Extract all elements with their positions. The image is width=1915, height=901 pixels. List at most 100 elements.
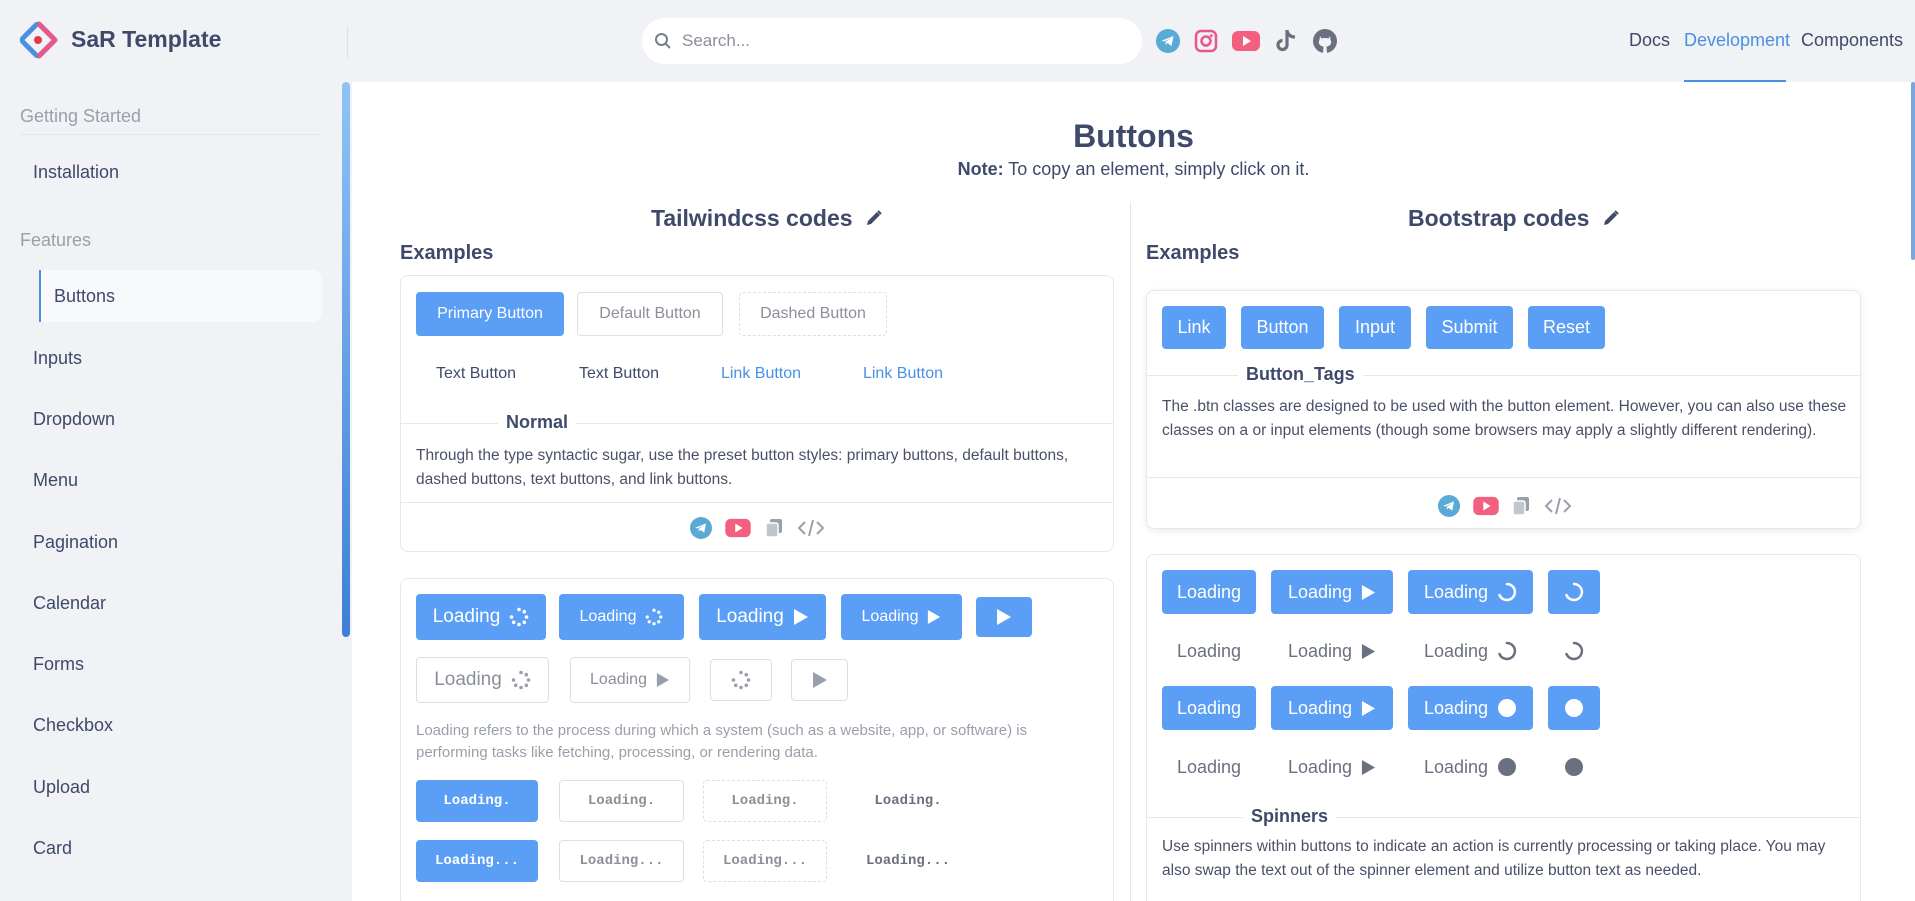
bootstrap-heading: Bootstrap codes <box>1408 205 1620 232</box>
spinner-button-text[interactable]: Loading <box>1408 629 1533 673</box>
bs-reset-button[interactable]: Reset <box>1528 306 1605 349</box>
loading-button-default[interactable]: Loading <box>570 657 690 703</box>
sidebar-item-inputs[interactable]: Inputs <box>33 348 82 369</box>
sidebar-item-menu[interactable]: Menu <box>33 470 78 491</box>
code-icon[interactable] <box>1544 494 1572 518</box>
dashed-button[interactable]: Dashed Button <box>739 292 887 336</box>
sidebar-item-installation[interactable]: Installation <box>33 162 119 183</box>
button-label: Loading <box>1287 581 1353 602</box>
instagram-link[interactable] <box>1192 27 1220 55</box>
loading-dots-button[interactable]: Loading... <box>846 840 970 882</box>
spinner-button[interactable]: Loading <box>1408 570 1533 614</box>
sidebar-section-features: Features <box>20 230 92 250</box>
grow-button-text[interactable]: Loading <box>1162 745 1256 789</box>
grow-button-text[interactable]: Loading <box>1408 745 1533 789</box>
copy-icon[interactable] <box>763 516 785 540</box>
spinner-button-text[interactable]: Loading <box>1271 629 1393 673</box>
loading-button-default[interactable]: Loading <box>416 657 549 703</box>
telegram-icon[interactable] <box>689 516 713 540</box>
code-icon[interactable] <box>797 516 825 540</box>
github-link[interactable] <box>1311 27 1339 55</box>
loading-button[interactable]: Loading <box>699 594 826 640</box>
button-label: Loading <box>1287 756 1353 777</box>
primary-button[interactable]: Primary Button <box>416 292 564 336</box>
grow-button[interactable]: Loading <box>1408 686 1533 730</box>
sidebar-item-buttons[interactable]: Buttons <box>39 270 322 322</box>
button-label: Loading <box>1423 697 1489 718</box>
play-button[interactable] <box>976 597 1032 637</box>
bs-button-button[interactable]: Button <box>1241 306 1324 349</box>
bs-input-button[interactable]: Input <box>1339 306 1411 349</box>
grow-spinner-icon <box>1498 758 1517 776</box>
tailwind-examples-label: Examples <box>400 242 494 264</box>
grow-button[interactable] <box>1548 686 1600 730</box>
sidebar-scrollbar[interactable] <box>342 82 350 637</box>
copy-icon[interactable] <box>1510 494 1532 518</box>
loading-dots-button[interactable]: Loading. <box>703 780 827 822</box>
default-button[interactable]: Default Button <box>577 292 723 336</box>
spinner-icon <box>1565 582 1584 602</box>
spinner-button-text[interactable] <box>1548 629 1600 673</box>
loading-button[interactable]: Loading <box>416 594 546 640</box>
loading-dots-button[interactable]: Loading. <box>846 780 970 822</box>
nav-components[interactable]: Components <box>1801 30 1903 51</box>
loading-dots-button[interactable]: Loading... <box>703 840 827 882</box>
loading-button[interactable]: Loading <box>559 594 684 640</box>
telegram-icon[interactable] <box>1437 494 1461 518</box>
grow-button[interactable]: Loading <box>1162 686 1256 730</box>
button-label: Loading <box>432 606 501 627</box>
youtube-icon[interactable] <box>725 516 751 540</box>
spinner-button[interactable] <box>710 659 772 701</box>
youtube-icon[interactable] <box>1473 494 1499 518</box>
main-scrollbar[interactable] <box>1911 82 1915 260</box>
play-icon <box>812 672 827 688</box>
sidebar-item-calendar[interactable]: Calendar <box>33 593 106 614</box>
note-label: Note: <box>957 159 1004 179</box>
grow-button[interactable]: Loading <box>1271 686 1393 730</box>
column-divider <box>1130 202 1131 901</box>
grow-button-text[interactable]: Loading <box>1271 745 1393 789</box>
nav-development[interactable]: Development <box>1684 30 1790 51</box>
loading-button[interactable]: Loading <box>841 594 962 640</box>
tailwind-loading-card: Loading Loading Loading Loading Loading … <box>400 578 1114 901</box>
loading-dots-button[interactable]: Loading... <box>559 840 684 882</box>
bs-link-button[interactable]: Link <box>1162 306 1226 349</box>
link-button[interactable]: Link Button <box>843 352 963 396</box>
spinner-button[interactable]: Loading <box>1162 570 1256 614</box>
button-label: Loading <box>1287 640 1353 661</box>
bootstrap-spinners-card: Loading Loading Loading Loading Loading … <box>1146 554 1861 901</box>
sidebar-item-upload[interactable]: Upload <box>33 777 90 798</box>
bs-submit-button[interactable]: Submit <box>1426 306 1513 349</box>
divider-label: Spinners <box>1243 806 1337 827</box>
play-button[interactable] <box>791 659 848 701</box>
search-input[interactable] <box>682 31 1112 51</box>
sidebar-item-pagination[interactable]: Pagination <box>33 532 118 553</box>
loading-dots-button[interactable]: Loading. <box>559 780 684 822</box>
text-button[interactable]: Text Button <box>559 352 679 396</box>
search-box[interactable] <box>642 18 1142 64</box>
spinner-icon <box>1498 641 1517 661</box>
button-label: Loading <box>1423 581 1489 602</box>
bootstrap-heading-text: Bootstrap codes <box>1408 205 1590 231</box>
brand-name[interactable]: SaR Template <box>71 26 221 53</box>
sidebar-item-checkbox[interactable]: Checkbox <box>33 715 113 736</box>
spinner-button-text[interactable]: Loading <box>1162 629 1256 673</box>
sidebar-item-dropdown[interactable]: Dropdown <box>33 409 115 430</box>
loading-dots-button[interactable]: Loading... <box>416 840 538 882</box>
spinner-button[interactable]: Loading <box>1271 570 1393 614</box>
sidebar-item-forms[interactable]: Forms <box>33 654 84 675</box>
sidebar-item-card[interactable]: Card <box>33 838 72 859</box>
nav-docs[interactable]: Docs <box>1629 30 1670 51</box>
button-label: Loading <box>590 671 647 688</box>
pencil-icon[interactable] <box>865 209 883 227</box>
link-button[interactable]: Link Button <box>701 352 821 396</box>
spinner-button[interactable] <box>1548 570 1600 614</box>
telegram-link[interactable] <box>1154 27 1182 55</box>
logo-icon[interactable] <box>18 20 58 60</box>
tiktok-link[interactable] <box>1272 27 1300 55</box>
pencil-icon[interactable] <box>1602 209 1620 227</box>
grow-button-text[interactable] <box>1548 745 1600 789</box>
youtube-link[interactable] <box>1232 27 1260 55</box>
text-button[interactable]: Text Button <box>416 352 536 396</box>
loading-dots-button[interactable]: Loading. <box>416 780 538 822</box>
